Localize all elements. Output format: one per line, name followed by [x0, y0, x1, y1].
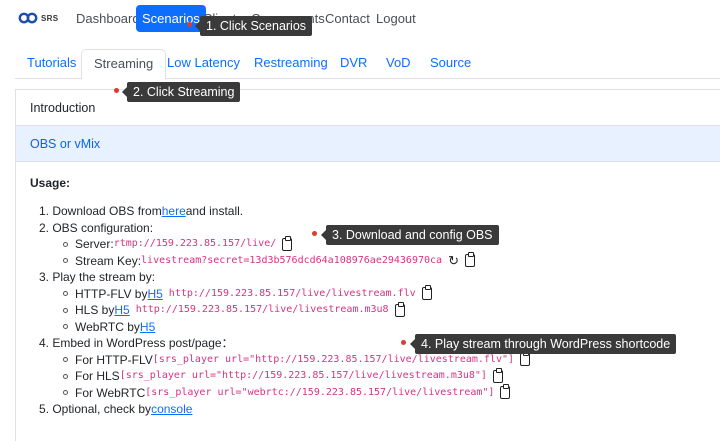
play-flv-url: http://159.223.85.157/live/livestream.fl… [168, 287, 416, 299]
step3-title: 3. Play the stream by: [39, 270, 156, 284]
obs-download-link[interactable]: here [162, 203, 186, 220]
step4-title: 4. Embed in WordPress post/page： [39, 336, 234, 350]
tab-low-latency[interactable]: Low Latency [155, 49, 252, 79]
play-webrtc-row: WebRTC by H5 [39, 319, 530, 336]
copy-embed-flv-icon[interactable] [520, 351, 531, 367]
usage-heading: Usage: [30, 176, 71, 190]
brand-text: SRS [41, 13, 59, 23]
tab-vod[interactable]: VoD [374, 49, 423, 79]
tab-source[interactable]: Source [418, 49, 483, 79]
srs-logo-icon [18, 12, 38, 24]
scenario-tabs: Tutorials Streaming Low Latency Restream… [15, 49, 720, 80]
copy-server-icon[interactable] [282, 235, 293, 251]
copy-stream-key-icon[interactable] [464, 252, 475, 268]
play-flv-h5-link[interactable]: H5 [147, 286, 162, 303]
annotation-marker [187, 22, 192, 27]
embed-webrtc-label: For WebRTC [75, 385, 146, 400]
annotation-marker [114, 88, 119, 93]
annotation-click-streaming: 2. Click Streaming [121, 82, 241, 102]
copy-embed-webrtc-icon[interactable] [500, 384, 511, 400]
embed-hls-label: For HLS [75, 369, 120, 383]
play-hls-label: HLS by [75, 303, 115, 317]
bullet-icon [63, 373, 68, 379]
console-link[interactable]: console [151, 401, 192, 418]
copy-embed-hls-icon[interactable] [492, 367, 503, 383]
stream-key-value: livestream?secret=13d3b576dcd64a108976ae… [141, 254, 443, 266]
step2-title: 2. OBS configuration: [39, 220, 154, 235]
step-play: 3. Play the stream by: [39, 269, 530, 286]
play-flv-row: HTTP-FLV by H5 http://159.223.85.157/liv… [39, 285, 530, 303]
stream-key-row: Stream Key: livestream?secret=13d3b576dc… [39, 252, 530, 270]
nav-logout[interactable]: Logout [376, 11, 416, 26]
refresh-icon[interactable]: ↻ [448, 254, 459, 267]
play-hls-h5-link[interactable]: H5 [114, 302, 129, 319]
bullet-icon [63, 357, 68, 363]
tab-tutorials[interactable]: Tutorials [15, 49, 88, 79]
tab-streaming[interactable]: Streaming [81, 49, 167, 80]
annotation-config-obs: 3. Download and config OBS [321, 225, 499, 245]
tab-dvr[interactable]: DVR [328, 49, 379, 79]
top-navbar: SRS Dashboard Scenarios Clients Componen… [0, 0, 720, 38]
embed-flv-label: For HTTP-FLV [75, 352, 153, 367]
annotation-marker [401, 340, 406, 345]
step-console: 5. Optional, check by console [39, 401, 530, 418]
bullet-icon [63, 241, 68, 247]
annotation-click-scenarios: 1. Click Scenarios [194, 16, 313, 36]
bullet-icon [63, 324, 68, 330]
stream-key-label: Stream Key: [75, 253, 142, 268]
nav-dashboard[interactable]: Dashboard [76, 11, 140, 26]
copy-hls-url-icon[interactable] [394, 301, 405, 317]
server-url: rtmp://159.223.85.157/live/ [113, 238, 277, 249]
step1-prefix: 1. Download OBS from [39, 204, 162, 218]
step-download: 1. Download OBS from here and install. [39, 203, 530, 220]
play-hls-url: http://159.223.85.157/live/livestream.m3… [135, 304, 389, 315]
play-webrtc-h5-link[interactable]: H5 [140, 319, 155, 336]
bullet-icon [63, 258, 68, 264]
annotation-wordpress-shortcode: 4. Play stream through WordPress shortco… [409, 334, 677, 354]
bullet-icon [63, 307, 68, 313]
play-webrtc-label: WebRTC by [75, 319, 140, 334]
step5-prefix: 5. Optional, check by [39, 402, 152, 416]
embed-hls-row: For HLS [srs_player url="http://159.223.… [39, 367, 530, 385]
tab-restreaming[interactable]: Restreaming [242, 49, 340, 79]
brand[interactable]: SRS [18, 12, 58, 24]
embed-webrtc-code: [srs_player url="webrtc://159.223.85.157… [145, 386, 495, 398]
annotation-marker [312, 231, 317, 236]
accordion-obs-vmix[interactable]: OBS or vMix [16, 126, 720, 162]
copy-flv-url-icon[interactable] [421, 285, 432, 301]
step1-suffix: and install. [185, 204, 244, 218]
bullet-icon [63, 390, 68, 396]
server-label: Server: [75, 237, 114, 251]
nav-contact[interactable]: Contact [325, 11, 370, 26]
bullet-icon [63, 291, 68, 297]
play-flv-label: HTTP-FLV by [75, 286, 148, 301]
embed-webrtc-row: For WebRTC [srs_player url="webrtc://159… [39, 384, 530, 402]
play-hls-row: HLS by H5 http://159.223.85.157/live/liv… [39, 301, 530, 319]
embed-hls-code: [srs_player url="http://159.223.85.157/l… [119, 370, 487, 381]
